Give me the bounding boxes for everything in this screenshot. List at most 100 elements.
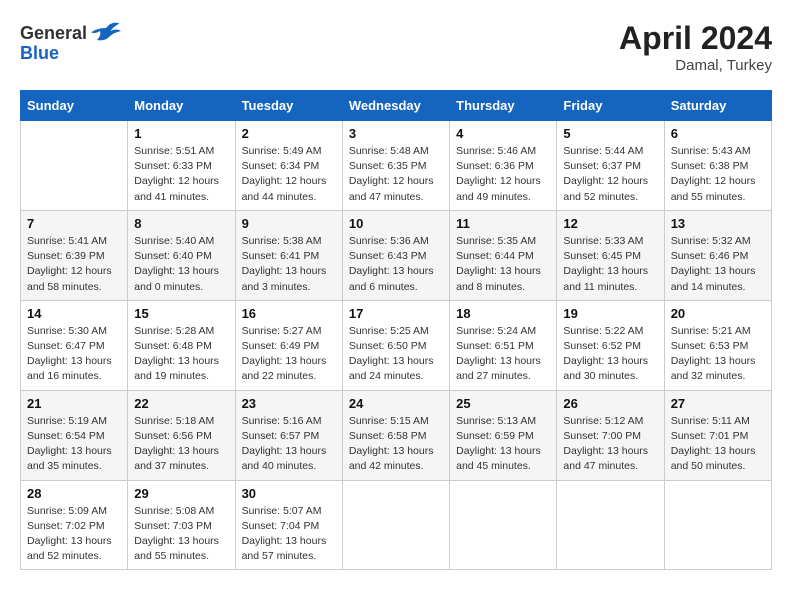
calendar-week-row: 7 Sunrise: 5:41 AMSunset: 6:39 PMDayligh… [21,210,772,300]
cell-info: Sunrise: 5:25 AMSunset: 6:50 PMDaylight:… [349,324,443,385]
calendar-cell: 5 Sunrise: 5:44 AMSunset: 6:37 PMDayligh… [557,121,664,211]
logo-bird-icon [91,20,121,42]
day-number: 11 [456,216,550,231]
day-number: 24 [349,396,443,411]
calendar-cell [21,121,128,211]
header-day-thursday: Thursday [450,91,557,121]
calendar-cell: 8 Sunrise: 5:40 AMSunset: 6:40 PMDayligh… [128,210,235,300]
calendar-cell: 22 Sunrise: 5:18 AMSunset: 6:56 PMDaylig… [128,390,235,480]
day-number: 16 [242,306,336,321]
cell-info: Sunrise: 5:28 AMSunset: 6:48 PMDaylight:… [134,324,228,385]
location: Damal, Turkey [619,57,772,74]
calendar-cell: 4 Sunrise: 5:46 AMSunset: 6:36 PMDayligh… [450,121,557,211]
day-number: 5 [563,126,657,141]
cell-info: Sunrise: 5:07 AMSunset: 7:04 PMDaylight:… [242,504,336,565]
calendar-cell: 25 Sunrise: 5:13 AMSunset: 6:59 PMDaylig… [450,390,557,480]
logo-text-general: General [20,23,87,44]
day-number: 14 [27,306,121,321]
calendar-cell: 18 Sunrise: 5:24 AMSunset: 6:51 PMDaylig… [450,300,557,390]
calendar-cell: 27 Sunrise: 5:11 AMSunset: 7:01 PMDaylig… [664,390,771,480]
cell-info: Sunrise: 5:11 AMSunset: 7:01 PMDaylight:… [671,414,765,475]
calendar-week-row: 21 Sunrise: 5:19 AMSunset: 6:54 PMDaylig… [21,390,772,480]
day-number: 4 [456,126,550,141]
cell-info: Sunrise: 5:24 AMSunset: 6:51 PMDaylight:… [456,324,550,385]
header-day-saturday: Saturday [664,91,771,121]
day-number: 19 [563,306,657,321]
cell-info: Sunrise: 5:33 AMSunset: 6:45 PMDaylight:… [563,234,657,295]
day-number: 10 [349,216,443,231]
cell-info: Sunrise: 5:30 AMSunset: 6:47 PMDaylight:… [27,324,121,385]
calendar-cell: 3 Sunrise: 5:48 AMSunset: 6:35 PMDayligh… [342,121,449,211]
day-number: 17 [349,306,443,321]
calendar-cell: 1 Sunrise: 5:51 AMSunset: 6:33 PMDayligh… [128,121,235,211]
calendar-cell: 17 Sunrise: 5:25 AMSunset: 6:50 PMDaylig… [342,300,449,390]
calendar-cell: 16 Sunrise: 5:27 AMSunset: 6:49 PMDaylig… [235,300,342,390]
calendar-cell [342,480,449,570]
title-block: April 2024 Damal, Turkey [619,20,772,74]
calendar-cell: 20 Sunrise: 5:21 AMSunset: 6:53 PMDaylig… [664,300,771,390]
calendar-cell: 30 Sunrise: 5:07 AMSunset: 7:04 PMDaylig… [235,480,342,570]
calendar-cell: 24 Sunrise: 5:15 AMSunset: 6:58 PMDaylig… [342,390,449,480]
header-day-wednesday: Wednesday [342,91,449,121]
calendar-cell: 28 Sunrise: 5:09 AMSunset: 7:02 PMDaylig… [21,480,128,570]
calendar-week-row: 1 Sunrise: 5:51 AMSunset: 6:33 PMDayligh… [21,121,772,211]
calendar-cell: 13 Sunrise: 5:32 AMSunset: 6:46 PMDaylig… [664,210,771,300]
calendar-cell: 6 Sunrise: 5:43 AMSunset: 6:38 PMDayligh… [664,121,771,211]
day-number: 9 [242,216,336,231]
cell-info: Sunrise: 5:16 AMSunset: 6:57 PMDaylight:… [242,414,336,475]
day-number: 27 [671,396,765,411]
cell-info: Sunrise: 5:43 AMSunset: 6:38 PMDaylight:… [671,144,765,205]
month-year: April 2024 [619,20,772,57]
header-day-friday: Friday [557,91,664,121]
day-number: 2 [242,126,336,141]
calendar-week-row: 14 Sunrise: 5:30 AMSunset: 6:47 PMDaylig… [21,300,772,390]
day-number: 18 [456,306,550,321]
calendar-cell [664,480,771,570]
cell-info: Sunrise: 5:35 AMSunset: 6:44 PMDaylight:… [456,234,550,295]
calendar-cell: 2 Sunrise: 5:49 AMSunset: 6:34 PMDayligh… [235,121,342,211]
day-number: 3 [349,126,443,141]
cell-info: Sunrise: 5:32 AMSunset: 6:46 PMDaylight:… [671,234,765,295]
cell-info: Sunrise: 5:41 AMSunset: 6:39 PMDaylight:… [27,234,121,295]
cell-info: Sunrise: 5:18 AMSunset: 6:56 PMDaylight:… [134,414,228,475]
day-number: 12 [563,216,657,231]
calendar-cell: 23 Sunrise: 5:16 AMSunset: 6:57 PMDaylig… [235,390,342,480]
day-number: 20 [671,306,765,321]
cell-info: Sunrise: 5:09 AMSunset: 7:02 PMDaylight:… [27,504,121,565]
day-number: 29 [134,486,228,501]
page-header: General Blue April 2024 Damal, Turkey [20,20,772,74]
calendar-cell: 11 Sunrise: 5:35 AMSunset: 6:44 PMDaylig… [450,210,557,300]
calendar-cell [450,480,557,570]
calendar-cell: 29 Sunrise: 5:08 AMSunset: 7:03 PMDaylig… [128,480,235,570]
day-number: 26 [563,396,657,411]
day-number: 21 [27,396,121,411]
logo: General Blue [20,20,121,64]
calendar-cell: 21 Sunrise: 5:19 AMSunset: 6:54 PMDaylig… [21,390,128,480]
calendar-cell: 19 Sunrise: 5:22 AMSunset: 6:52 PMDaylig… [557,300,664,390]
cell-info: Sunrise: 5:12 AMSunset: 7:00 PMDaylight:… [563,414,657,475]
day-number: 15 [134,306,228,321]
cell-info: Sunrise: 5:44 AMSunset: 6:37 PMDaylight:… [563,144,657,205]
cell-info: Sunrise: 5:13 AMSunset: 6:59 PMDaylight:… [456,414,550,475]
calendar-cell: 12 Sunrise: 5:33 AMSunset: 6:45 PMDaylig… [557,210,664,300]
cell-info: Sunrise: 5:48 AMSunset: 6:35 PMDaylight:… [349,144,443,205]
day-number: 28 [27,486,121,501]
calendar-cell: 26 Sunrise: 5:12 AMSunset: 7:00 PMDaylig… [557,390,664,480]
calendar-table: SundayMondayTuesdayWednesdayThursdayFrid… [20,90,772,570]
day-number: 13 [671,216,765,231]
cell-info: Sunrise: 5:21 AMSunset: 6:53 PMDaylight:… [671,324,765,385]
calendar-cell: 9 Sunrise: 5:38 AMSunset: 6:41 PMDayligh… [235,210,342,300]
cell-info: Sunrise: 5:15 AMSunset: 6:58 PMDaylight:… [349,414,443,475]
header-day-sunday: Sunday [21,91,128,121]
day-number: 30 [242,486,336,501]
calendar-week-row: 28 Sunrise: 5:09 AMSunset: 7:02 PMDaylig… [21,480,772,570]
calendar-cell: 15 Sunrise: 5:28 AMSunset: 6:48 PMDaylig… [128,300,235,390]
day-number: 8 [134,216,228,231]
day-number: 22 [134,396,228,411]
day-number: 6 [671,126,765,141]
cell-info: Sunrise: 5:51 AMSunset: 6:33 PMDaylight:… [134,144,228,205]
logo-text-blue: Blue [20,43,59,64]
cell-info: Sunrise: 5:46 AMSunset: 6:36 PMDaylight:… [456,144,550,205]
cell-info: Sunrise: 5:49 AMSunset: 6:34 PMDaylight:… [242,144,336,205]
cell-info: Sunrise: 5:36 AMSunset: 6:43 PMDaylight:… [349,234,443,295]
